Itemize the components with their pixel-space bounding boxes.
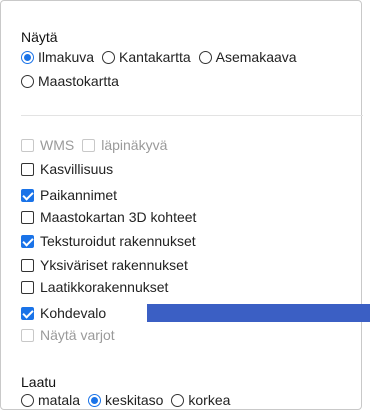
radio-label: Kantakartta <box>119 49 191 65</box>
radio-circle[interactable] <box>21 393 34 407</box>
checkbox-shadows[interactable]: Näytä varjot <box>21 325 115 345</box>
quality-heading: Laatu <box>21 374 57 390</box>
checkbox-box[interactable] <box>21 258 34 272</box>
radio-label: Ilmakuva <box>38 49 95 65</box>
radio-ilmakuva[interactable]: Ilmakuva <box>21 49 94 65</box>
checkbox-place-names[interactable]: Paikannimet <box>21 185 117 205</box>
radio-label: korkea <box>188 392 231 408</box>
radio-kantakartta[interactable]: Kantakartta <box>102 49 191 65</box>
radio-label: keskitaso <box>105 392 164 408</box>
checkbox-transparent[interactable]: läpinäkyvä <box>82 137 167 153</box>
wms-row: WMS läpinäkyvä <box>21 135 175 155</box>
radio-label: Maastokartta <box>38 73 119 89</box>
checkbox-label: Maastokartan 3D kohteet <box>40 209 197 225</box>
checkbox-spotlight[interactable]: Kohdevalo <box>21 303 106 323</box>
radio-circle-selected[interactable] <box>88 393 102 407</box>
radio-circle[interactable] <box>21 74 34 88</box>
checkbox-label: WMS <box>40 137 75 153</box>
checkbox-box-checked[interactable] <box>21 306 34 320</box>
quality-radio-group: matala keskitaso korkea <box>21 390 238 410</box>
spotlight-slider[interactable] <box>147 304 370 322</box>
view-radio-group: Ilmakuva Kantakartta Asemakaava <box>21 47 305 67</box>
checkbox-terrain-3d[interactable]: Maastokartan 3D kohteet <box>21 207 196 227</box>
checkbox-box[interactable] <box>21 328 34 342</box>
radio-korkea[interactable]: korkea <box>171 392 230 408</box>
radio-label: matala <box>38 392 81 408</box>
checkbox-wms[interactable]: WMS <box>21 137 74 153</box>
checkbox-box[interactable] <box>21 138 34 152</box>
checkbox-label: Yksiväriset rakennukset <box>40 257 188 273</box>
checkbox-label: Kasvillisuus <box>40 161 114 177</box>
checkbox-label: läpinäkyvä <box>101 137 168 153</box>
checkbox-label: Kohdevalo <box>40 305 107 321</box>
map-settings-panel: Näytä Ilmakuva Kantakartta Asemakaava Ma… <box>0 0 363 410</box>
radio-maastokartta[interactable]: Maastokartta <box>21 73 119 89</box>
view-radio-group-2: Maastokartta <box>21 71 127 91</box>
checkbox-box-buildings[interactable]: Laatikkorakennukset <box>21 277 168 297</box>
view-heading: Näytä <box>21 29 58 45</box>
checkbox-plain-buildings[interactable]: Yksiväriset rakennukset <box>21 255 188 275</box>
radio-keskitaso[interactable]: keskitaso <box>88 392 163 408</box>
divider <box>21 115 363 116</box>
radio-circle[interactable] <box>198 50 212 64</box>
checkbox-box-checked[interactable] <box>21 234 34 248</box>
radio-matala[interactable]: matala <box>21 392 80 408</box>
radio-circle[interactable] <box>102 50 116 64</box>
checkbox-label: Paikannimet <box>40 187 118 203</box>
radio-label: Asemakaava <box>215 49 297 65</box>
radio-circle-selected[interactable] <box>21 50 34 64</box>
checkbox-box[interactable] <box>21 280 34 294</box>
checkbox-textured-buildings[interactable]: Teksturoidut rakennukset <box>21 231 196 251</box>
checkbox-label: Teksturoidut rakennukset <box>40 233 196 249</box>
checkbox-box[interactable] <box>21 162 34 176</box>
checkbox-label: Näytä varjot <box>40 327 115 343</box>
checkbox-label: Laatikkorakennukset <box>40 279 169 295</box>
radio-circle[interactable] <box>171 393 185 407</box>
checkbox-box[interactable] <box>21 210 34 224</box>
radio-asemakaava[interactable]: Asemakaava <box>198 49 297 65</box>
checkbox-box-checked[interactable] <box>21 188 34 202</box>
checkbox-vegetation[interactable]: Kasvillisuus <box>21 159 113 179</box>
checkbox-box[interactable] <box>82 138 96 152</box>
